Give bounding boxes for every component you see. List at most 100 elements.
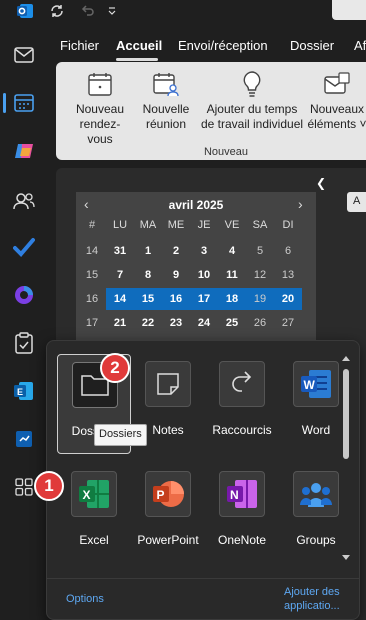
copilot-icon	[15, 144, 33, 158]
search-box[interactable]	[332, 0, 366, 20]
rail-mail[interactable]	[0, 34, 48, 76]
calendar-day[interactable]: 31	[106, 240, 134, 262]
day-of-week-ma: MA	[139, 219, 157, 231]
calendar-day[interactable]: 8	[134, 264, 162, 286]
calendar-day[interactable]: 17	[190, 288, 218, 310]
day-of-week-je: JE	[197, 219, 211, 231]
tab-dossier[interactable]: Dossier	[290, 38, 334, 53]
calendar-day[interactable]: 19	[246, 288, 274, 310]
customize-toolbar-icon[interactable]	[104, 0, 120, 22]
next-month-chevron-icon[interactable]: ›	[298, 196, 303, 212]
app-tile-excel[interactable]: X Excel	[57, 471, 131, 571]
bookings-icon	[16, 431, 32, 447]
calendar-day[interactable]: 5	[246, 240, 274, 262]
calendar-day[interactable]: 15	[134, 288, 162, 310]
week-number: 15	[85, 269, 99, 281]
day-of-week-sa: SA	[252, 219, 268, 231]
calendar-day[interactable]: 25	[218, 312, 246, 334]
new-items-button[interactable]: Nouveaux éléments ˅	[306, 66, 366, 136]
active-tab-underline	[116, 58, 158, 61]
rail-copilot[interactable]	[0, 130, 48, 172]
calendar-day[interactable]: 26	[246, 312, 274, 334]
calendar-day[interactable]: 7	[106, 264, 134, 286]
calendar-day[interactable]: 1	[134, 240, 162, 262]
new-appointment-button[interactable]: Nouveau rendez-vous	[68, 66, 132, 146]
calendar-day[interactable]: 3	[190, 240, 218, 262]
powerpoint-icon: P	[145, 471, 191, 517]
ribbon-panel: Nouveau rendez-vous Nouvelle réunion Ajo…	[56, 62, 366, 160]
app-nav-rail: E	[0, 30, 48, 620]
app-tile-raccourcis[interactable]: Raccourcis	[205, 361, 279, 461]
rail-tasks[interactable]	[0, 322, 48, 364]
loop-icon	[15, 286, 33, 304]
rail-exchange[interactable]: E	[0, 370, 48, 412]
calendar-day[interactable]: 6	[274, 240, 302, 262]
calendar-day[interactable]: 21	[106, 312, 134, 334]
calendar-header: ‹ avril 2025 ›	[76, 194, 316, 216]
meeting-icon	[138, 66, 194, 102]
calendar-day[interactable]: 2	[162, 240, 190, 262]
calendar-day[interactable]: 27	[274, 312, 302, 334]
tab-envoi-reception[interactable]: Envoi/réception	[178, 38, 268, 53]
add-focus-time-button[interactable]: Ajouter du temps de travail individuel	[198, 66, 306, 136]
ribbon-tabs: Fichier Accueil Envoi/réception Dossier …	[48, 30, 366, 60]
scroll-down-icon	[342, 555, 350, 560]
note-icon	[145, 361, 191, 407]
calendar-day[interactable]: 22	[134, 312, 162, 334]
popup-scrollbar[interactable]	[340, 353, 352, 563]
undo-icon[interactable]	[76, 0, 98, 22]
mini-calendar: ‹ avril 2025 › # LU MA ME JE VE SA DI 14 31 1 2 3 4 5 6…	[76, 192, 316, 342]
rail-calendar[interactable]	[0, 82, 48, 124]
calendar-day[interactable]: 4	[218, 240, 246, 262]
rail-todo[interactable]	[0, 226, 48, 268]
mail-icon	[14, 47, 34, 63]
week-number-header: #	[88, 219, 96, 231]
calendar-day[interactable]: 11	[218, 264, 246, 286]
calendar-day[interactable]: 12	[246, 264, 274, 286]
new-meeting-button[interactable]: Nouvelle réunion	[138, 66, 194, 136]
apps-grid-icon	[15, 478, 33, 496]
right-pane-button[interactable]: A	[347, 192, 366, 212]
rail-bookings[interactable]	[0, 418, 48, 460]
week-number: 14	[85, 245, 99, 257]
calendar-day[interactable]: 23	[162, 312, 190, 334]
calendar-day[interactable]: 18	[218, 288, 246, 310]
calendar-icon	[68, 66, 132, 102]
scroll-up-icon	[342, 356, 350, 361]
word-icon: W	[293, 361, 339, 407]
lightbulb-icon	[198, 66, 306, 102]
collapse-pane-chevron-icon[interactable]: ❮	[316, 176, 326, 190]
app-label: PowerPoint	[137, 533, 199, 547]
popup-footer: Options Ajouter des applicatio...	[46, 578, 360, 620]
svg-text:E: E	[17, 387, 23, 397]
tab-affichage[interactable]: Af	[354, 38, 366, 53]
app-tile-notes[interactable]: Notes	[131, 361, 205, 461]
calendar-day[interactable]: 16	[162, 288, 190, 310]
add-apps-link[interactable]: Ajouter des applicatio...	[284, 585, 340, 613]
calendar-day[interactable]: 9	[162, 264, 190, 286]
app-label: Raccourcis	[212, 423, 272, 437]
sync-icon[interactable]	[46, 0, 68, 22]
calendar-day[interactable]: 13	[274, 264, 302, 286]
tab-accueil[interactable]: Accueil	[116, 38, 162, 53]
onenote-icon: N	[219, 471, 265, 517]
rail-people[interactable]	[0, 180, 48, 222]
rail-loop[interactable]	[0, 274, 48, 316]
calendar-day[interactable]: 24	[190, 312, 218, 334]
calendar-icon	[14, 94, 34, 112]
calendar-day[interactable]: 20	[274, 288, 302, 310]
day-of-week-ve: VE	[224, 219, 240, 231]
calendar-day[interactable]: 14	[106, 288, 134, 310]
calendar-day[interactable]: 10	[190, 264, 218, 286]
todo-icon	[13, 238, 35, 257]
day-of-week-lu: LU	[112, 219, 128, 231]
app-tile-powerpoint[interactable]: P PowerPoint	[131, 471, 205, 571]
app-tile-onenote[interactable]: N OneNote	[205, 471, 279, 571]
tab-fichier[interactable]: Fichier	[60, 38, 99, 53]
svg-text:P: P	[157, 488, 165, 502]
svg-text:N: N	[230, 488, 239, 502]
scroll-thumb[interactable]	[343, 369, 349, 459]
options-link[interactable]: Options	[66, 593, 104, 605]
app-label: Excel	[79, 533, 109, 547]
shortcut-icon	[219, 361, 265, 407]
